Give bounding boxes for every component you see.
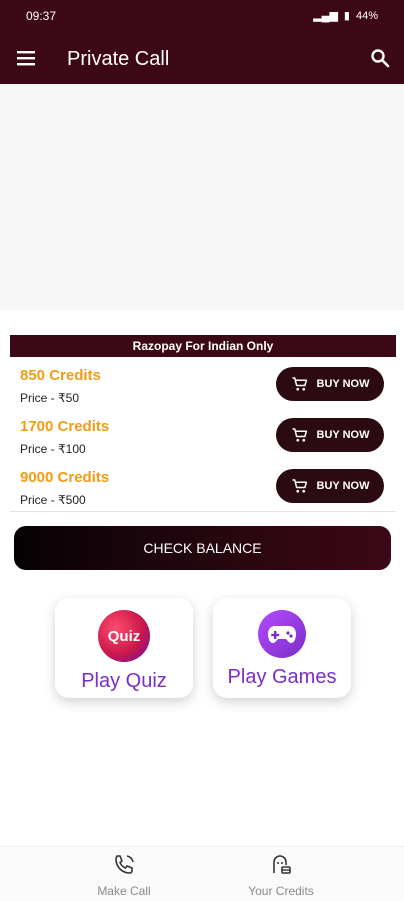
status-time: 09:37	[26, 9, 57, 23]
status-bar: 09:37 ▂▄▆ ▮ 44%	[0, 0, 404, 32]
buy-now-button[interactable]: BUY NOW	[276, 469, 384, 503]
offer-row: 850 Credits Price - ₹50 BUY NOW	[20, 367, 384, 413]
buy-now-button[interactable]: BUY NOW	[276, 418, 384, 452]
offer-credits: 850 Credits	[20, 367, 101, 384]
buy-now-label: BUY NOW	[316, 480, 370, 492]
quiz-icon-text: Quiz	[107, 627, 141, 645]
status-icons: ▂▄▆ ▮ 44%	[313, 9, 378, 23]
offer-row: 9000 Credits Price - ₹500 BUY NOW	[20, 469, 384, 515]
ad-placeholder	[0, 84, 404, 310]
play-games-card[interactable]: Play Games	[213, 598, 351, 698]
menu-icon[interactable]	[16, 48, 36, 68]
offer-credits: 1700 Credits	[20, 418, 110, 435]
page-title: Private Call	[67, 48, 170, 70]
offer-price: Price - ₹100	[20, 442, 86, 456]
check-balance-button[interactable]: CHECK BALANCE	[14, 526, 391, 570]
cart-icon	[292, 377, 307, 391]
play-quiz-label: Play Quiz	[81, 670, 167, 692]
nav-your-credits-label: Your Credits	[248, 884, 314, 898]
battery-level: 44%	[355, 9, 378, 22]
divider	[10, 511, 396, 512]
offer-row: 1700 Credits Price - ₹100 BUY NOW	[20, 418, 384, 464]
search-icon[interactable]	[370, 48, 390, 68]
battery-icon: ▮	[343, 10, 350, 22]
cart-icon	[292, 428, 307, 442]
nav-make-call-label: Make Call	[97, 884, 151, 898]
phone-icon	[115, 855, 134, 874]
offer-price: Price - ₹500	[20, 493, 86, 507]
credits-icon	[273, 855, 291, 874]
nav-your-credits[interactable]: Your Credits	[211, 853, 351, 898]
bottom-navigation: Make Call Your Credits	[0, 846, 404, 901]
cart-icon	[292, 479, 307, 493]
play-quiz-card[interactable]: Quiz Play Quiz	[55, 598, 193, 698]
buy-now-label: BUY NOW	[316, 429, 370, 441]
razorpay-banner: Razopay For Indian Only	[10, 335, 396, 357]
gamepad-icon	[258, 610, 306, 658]
buy-now-label: BUY NOW	[316, 378, 370, 390]
app-bar: Private Call	[0, 32, 404, 84]
offer-price: Price - ₹50	[20, 391, 79, 405]
signal-icon: ▂▄▆	[313, 10, 338, 22]
nav-make-call[interactable]: Make Call	[54, 853, 194, 898]
offer-credits: 9000 Credits	[20, 469, 110, 486]
quiz-icon: Quiz	[98, 610, 150, 662]
buy-now-button[interactable]: BUY NOW	[276, 367, 384, 401]
play-games-label: Play Games	[227, 666, 337, 688]
